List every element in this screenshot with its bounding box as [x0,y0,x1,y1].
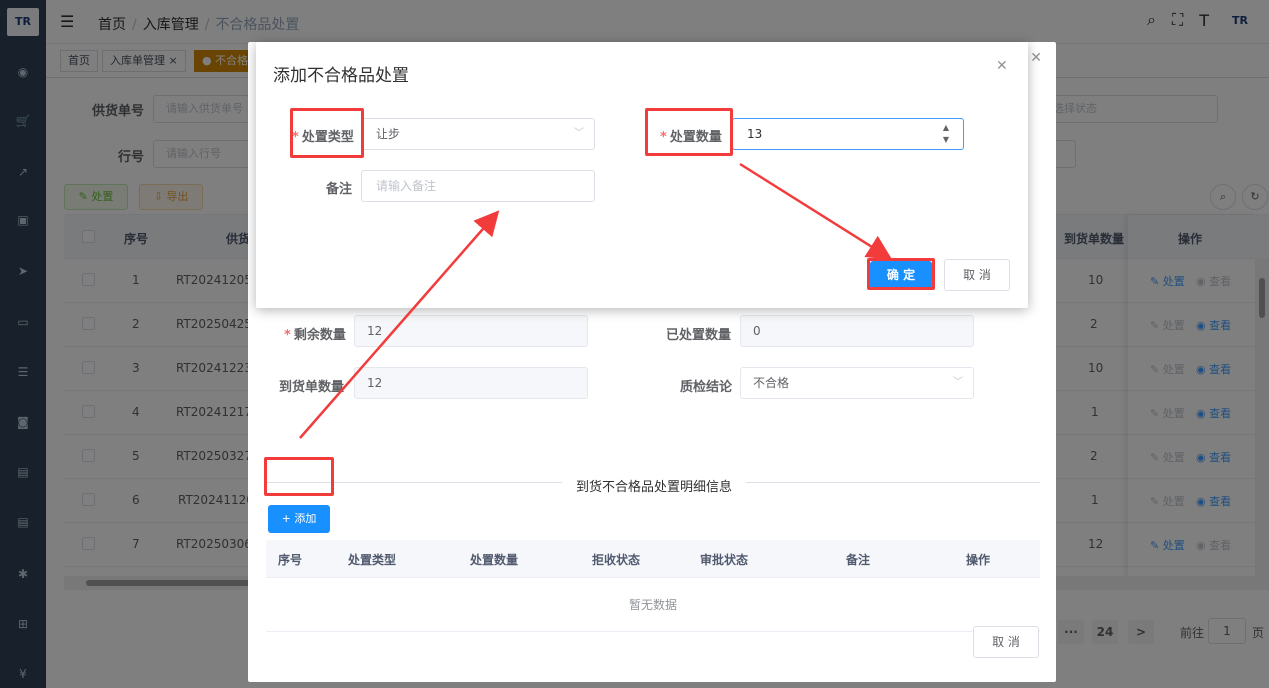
close-icon[interactable]: ✕ [1030,50,1042,66]
disposal-type-label: * 处置类型 [292,130,354,145]
remark-label: 备注 [326,182,353,197]
remaining-qty-field: 12 [354,315,588,347]
col-remark: 备注 [846,553,871,567]
remaining-qty-label: * 剩余数量 [284,328,346,343]
disposal-qty-value: 13 [747,127,763,141]
arrival-qty-label: 到货单数量 [279,380,345,395]
handled-qty-label: 已处置数量 [666,328,732,343]
col-reject-status: 拒收状态 [592,553,641,567]
dialog-title: 添加不合格品处置 [273,66,409,86]
disposal-type-value: 让步 [376,127,401,141]
qc-result-value: 不合格 [753,376,790,390]
remark-input[interactable]: 请输入备注 [361,170,595,202]
confirm-button[interactable]: 确 定 [870,261,932,289]
add-disposal-dialog: 添加不合格品处置 ✕ * 处置类型 让步 ﹀ * 处置数量 13 ▲ ▼ 备注 请输入备注… [256,42,1028,308]
handled-qty-field: 0 [740,315,974,347]
add-disposal-button[interactable]: + 添加 [268,505,330,533]
col-disposal-qty: 处置数量 [470,553,519,567]
chevron-down-icon: ﹀ [953,377,963,388]
arrival-qty-field: 12 [354,367,588,399]
disposal-qty-label: * 处置数量 [660,130,722,145]
cancel-button[interactable]: 取 消 [944,259,1010,291]
col-index: 序号 [278,553,303,567]
disposal-type-select[interactable]: 让步 ﹀ [361,118,595,150]
detail-table-header: 序号 处置类型 处置数量 拒收状态 审批状态 备注 操作 [266,540,1040,578]
chevron-down-icon: ﹀ [574,128,584,139]
disposal-qty-input[interactable]: 13 ▲ ▼ [732,118,964,150]
number-stepper[interactable]: ▲ ▼ [943,122,949,146]
col-disposal-type: 处置类型 [348,553,397,567]
col-actions: 操作 [966,553,991,567]
qc-result-label: 质检结论 [680,380,733,395]
detail-cancel-button[interactable]: 取 消 [973,626,1039,658]
empty-state: 暂无数据 [266,578,1040,632]
qc-result-select[interactable]: 不合格 ﹀ [740,367,974,399]
close-icon[interactable]: ✕ [996,58,1008,74]
col-approval-status: 审批状态 [700,553,749,567]
section-title: 到货不合格品处置明细信息 [562,476,747,495]
